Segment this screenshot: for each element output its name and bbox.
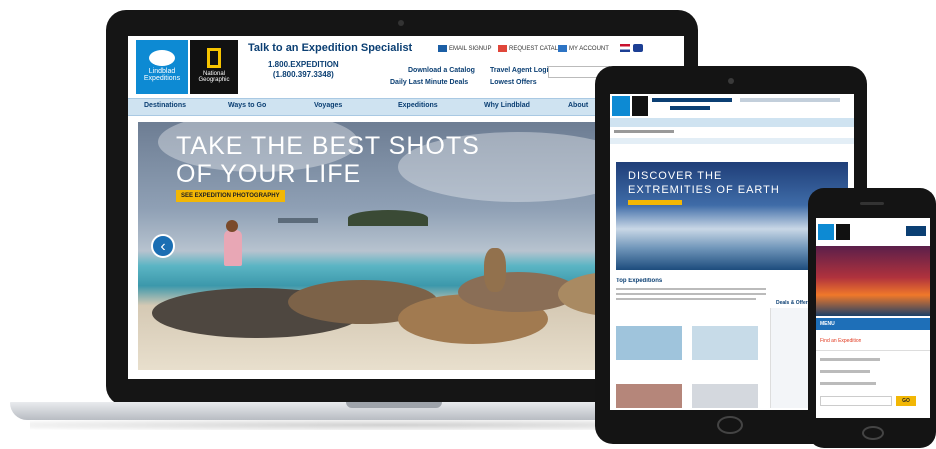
envelope-icon [438,45,447,52]
phone-speaker [860,202,884,205]
uk-flag-icon[interactable] [633,44,643,52]
sea-lion-head [484,248,506,292]
phone-line-2: (1.800.397.3348) [272,70,334,79]
phone-header-button[interactable] [906,226,926,236]
hero-cta-button[interactable]: SEE EXPEDITION PHOTOGRAPHY [176,190,285,202]
chevron-left-icon[interactable]: ‹ [151,234,175,258]
tablet-breadcrumb[interactable] [614,130,674,133]
phone-go-button[interactable]: GO [896,396,916,406]
hero-title-line-1: TAKE THE BEST SHOTS [176,132,480,160]
tablet-text-line [616,288,766,290]
tablet-section-title: Top Expeditions [616,278,663,284]
phone-home-button[interactable] [862,426,884,440]
tablet-card-image[interactable] [692,326,758,360]
photographer-head [226,220,238,232]
phone-number[interactable]: 1.800.EXPEDITION (1.800.397.3348) [268,60,339,80]
tablet-nav[interactable] [610,118,854,127]
tablet-home-button[interactable] [717,416,743,434]
tablet-card-image[interactable] [692,384,758,408]
brand-logo-text: Lindblad Expeditions [143,68,181,82]
last-minute-deals-link[interactable]: Daily Last Minute Deals [390,79,468,86]
phone-brand-logo[interactable] [818,224,834,240]
partner-logo-text: National Geographic [198,71,230,83]
talk-to-specialist: Talk to an Expedition Specialist [248,42,413,54]
yellow-frame-icon [207,48,221,68]
email-signup-link[interactable]: EMAIL SIGNUP [438,45,491,52]
tablet-hero-line-2: EXTREMITIES OF EARTH [628,184,780,196]
catalog-icon [498,45,507,52]
download-catalog-link[interactable]: Download a Catalog [408,67,475,74]
phone-menu-bar[interactable]: MENU [816,318,930,330]
island [348,210,428,226]
brand-logo-icon [149,50,175,66]
tablet-hero-line-1: DISCOVER THE [628,170,723,182]
my-account-link[interactable]: MY ACCOUNT [558,45,609,52]
brand-logo[interactable]: Lindblad Expeditions [136,40,188,94]
phone-screen: MENU Find an Expedition GO [816,218,930,418]
tablet-talk-text [652,98,732,102]
account-icon [558,45,567,52]
tablet-phone-number[interactable] [670,106,710,110]
tablet-subnav[interactable] [610,138,854,144]
hero-title-line-2: OF YOUR LIFE [176,160,362,188]
nav-expeditions[interactable]: Expeditions [398,102,438,109]
phone-partner-logo[interactable] [836,224,850,240]
phone-list-item[interactable] [820,382,876,385]
tablet-text-line [616,293,766,295]
us-flag-icon[interactable] [620,44,630,52]
phone-search-input[interactable] [820,396,892,406]
nav-voyages[interactable]: Voyages [314,102,342,109]
phone-menu-label: MENU [820,321,835,327]
partner-logo[interactable]: National Geographic [190,40,238,94]
request-catalog-link[interactable]: REQUEST CATALOG [498,45,567,52]
nav-why-lindblad[interactable]: Why Lindblad [484,102,530,109]
lowest-offers-link[interactable]: Lowest Offers [490,79,537,86]
tablet-util-links[interactable] [740,98,840,102]
divider [816,350,930,351]
tablet-camera [728,78,734,84]
phone-list-item[interactable] [820,370,870,373]
tablet-sidebar-title: Deals & Offers [776,300,811,306]
laptop-camera [398,20,404,26]
tablet-brand-logo[interactable] [612,96,630,116]
nav-ways-to-go[interactable]: Ways to Go [228,102,266,109]
tablet-card-image[interactable] [616,384,682,408]
tablet-hero-cta[interactable] [628,200,682,205]
tablet-card-image[interactable] [616,326,682,360]
nav-destinations[interactable]: Destinations [144,102,186,109]
phone-line-1: 1.800.EXPEDITION [268,60,339,69]
phone-list-item[interactable] [820,358,880,361]
photographer [224,230,242,266]
boat [278,218,318,223]
phone-find-expedition-link[interactable]: Find an Expedition [820,338,861,344]
travel-agent-link[interactable]: Travel Agent Login [490,67,553,74]
my-account-label: MY ACCOUNT [569,46,609,53]
laptop-notch [346,402,442,408]
tablet-partner-logo[interactable] [632,96,648,116]
tablet-text-line [616,298,756,300]
email-signup-label: EMAIL SIGNUP [449,46,492,53]
nav-about[interactable]: About [568,102,588,109]
phone-hero-image[interactable] [816,246,930,316]
